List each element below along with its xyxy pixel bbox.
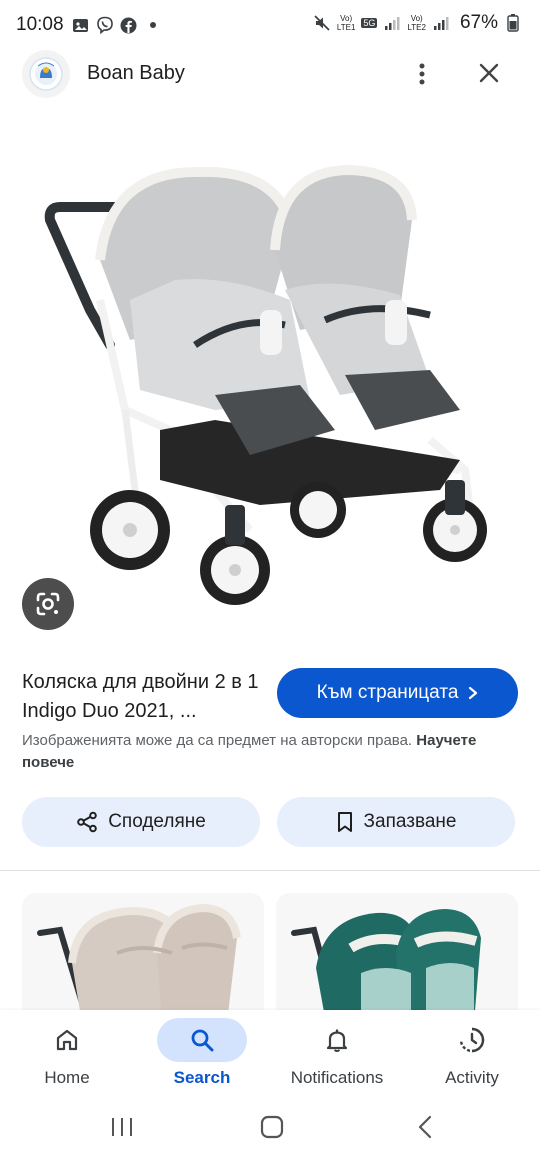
home-system-button[interactable]: [252, 1112, 292, 1142]
system-navigation-bar: [0, 1098, 540, 1158]
network-badge: 5G: [361, 18, 378, 28]
site-logo[interactable]: [22, 50, 70, 98]
home-square-icon: [260, 1115, 284, 1139]
google-lens-icon: [36, 592, 60, 616]
battery-percent: 67%: [459, 12, 498, 33]
share-label: Споделяне: [108, 811, 206, 832]
save-button[interactable]: Запазване: [277, 797, 515, 847]
result-title[interactable]: Коляска для двойни 2 в 1 Indigo Duo 2021…: [22, 668, 267, 726]
beige-stroller-thumbnail: [22, 893, 264, 1023]
bookmark-icon: [337, 812, 352, 832]
nav-home[interactable]: Home: [7, 1018, 127, 1098]
twin-stroller-image: [44, 164, 487, 605]
close-icon: [479, 63, 499, 83]
viber-icon: [96, 16, 114, 34]
site-name[interactable]: Boan Baby: [87, 62, 185, 85]
visit-page-button[interactable]: Към страницата: [277, 668, 518, 718]
recent-apps-button[interactable]: [102, 1112, 142, 1142]
close-button[interactable]: [472, 56, 506, 90]
nav-notifications-label: Notifications: [290, 1068, 384, 1087]
search-icon: [191, 1029, 214, 1052]
green-stroller-thumbnail: [276, 893, 518, 1023]
signal-1-icon: [383, 14, 401, 32]
copyright-notice: Изображенията може да са предмет на авто…: [22, 730, 512, 774]
nav-activity-label: Activity: [445, 1068, 499, 1087]
nav-notifications[interactable]: Notifications: [277, 1018, 397, 1098]
lens-search-button[interactable]: [22, 578, 74, 630]
recent-apps-icon: [112, 1118, 132, 1136]
nav-search[interactable]: Search: [142, 1018, 262, 1098]
mute-icon: [313, 14, 331, 32]
facebook-icon: [120, 16, 138, 34]
dot-icon: [144, 16, 162, 34]
save-label: Запазване: [363, 811, 457, 832]
result-header: Boan Baby: [0, 50, 540, 100]
bell-icon: [326, 1029, 348, 1052]
nav-home-label: Home: [44, 1068, 90, 1087]
related-image-card[interactable]: [276, 893, 518, 1023]
related-image-card[interactable]: [22, 893, 264, 1023]
more-vert-icon: [419, 63, 425, 85]
signal-2-icon: [432, 14, 450, 32]
battery-icon: [504, 14, 522, 32]
share-icon: [77, 811, 97, 833]
back-icon: [418, 1115, 432, 1139]
result-image[interactable]: [0, 110, 540, 650]
home-icon: [56, 1029, 78, 1051]
gallery-icon: [72, 16, 90, 34]
network-1: Vo) LTE1: [336, 14, 356, 32]
nav-activity[interactable]: Activity: [412, 1018, 532, 1098]
nav-search-label: Search: [173, 1068, 231, 1087]
visit-page-label: Към страницата: [316, 682, 459, 703]
share-button[interactable]: Споделяне: [22, 797, 260, 847]
copyright-text: Изображенията може да са предмет на авто…: [22, 732, 413, 749]
back-button[interactable]: [405, 1112, 445, 1142]
more-options-button[interactable]: [408, 58, 436, 90]
status-bar: 10:08 Vo) LTE1 5G Vo) LTE2 67%: [0, 0, 540, 50]
chevron-right-icon: [469, 686, 478, 700]
network-2: Vo) LTE2: [407, 14, 426, 32]
activity-icon: [459, 1027, 485, 1053]
status-time: 10:08: [16, 14, 64, 35]
bottom-navigation: Home Search Notifications Activity: [0, 1010, 540, 1098]
section-divider: [0, 870, 540, 871]
